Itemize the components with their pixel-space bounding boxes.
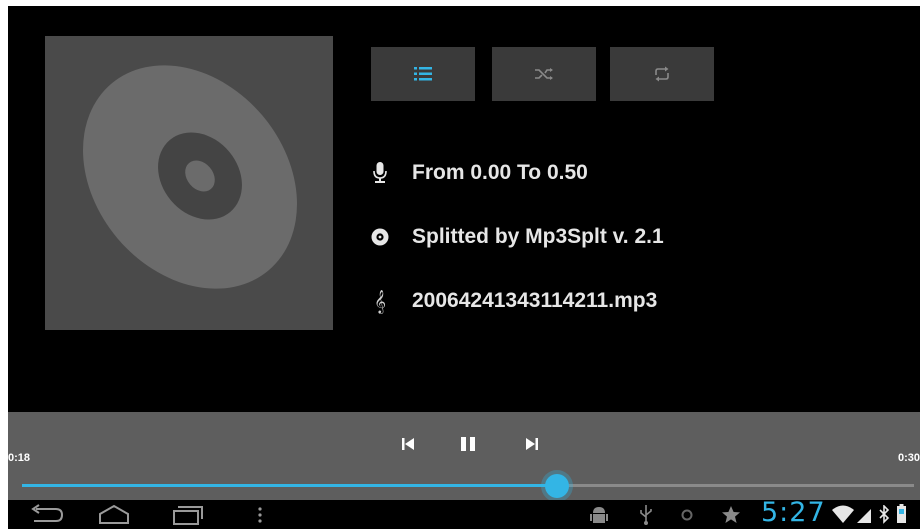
home-icon[interactable] xyxy=(96,503,132,525)
disc-small-icon xyxy=(370,225,390,249)
wifi-icon xyxy=(832,505,854,523)
album-art xyxy=(45,36,333,330)
next-icon xyxy=(526,438,538,450)
status-clock: 5:27 xyxy=(761,497,826,528)
seek-thumb[interactable] xyxy=(545,474,570,498)
bluetooth-icon xyxy=(879,505,890,524)
title-text: 20064241343114211.mp3 xyxy=(412,289,658,312)
repeat-button[interactable] xyxy=(610,47,714,101)
disc-icon xyxy=(83,65,297,289)
player-bar: 0:18 0:30 xyxy=(8,412,920,500)
info-row-artist: Splitted by Mp3Splt v. 2.1 xyxy=(370,222,664,252)
system-bar: 5:27 xyxy=(8,497,920,529)
artist-text: Splitted by Mp3Splt v. 2.1 xyxy=(412,225,664,248)
recent-apps-icon[interactable] xyxy=(170,503,206,525)
list-icon xyxy=(414,67,432,81)
shuffle-button[interactable] xyxy=(492,47,596,101)
back-icon[interactable] xyxy=(28,503,66,525)
star-icon xyxy=(722,506,740,523)
duration-time: 0:30 xyxy=(897,452,920,464)
music-status-icon xyxy=(681,509,693,521)
music-player-screen: From 0.00 To 0.50 Splitted by Mp3Splt v.… xyxy=(8,6,920,529)
android-debug-icon xyxy=(590,507,608,523)
pause-button[interactable] xyxy=(454,430,482,458)
usb-icon xyxy=(640,505,652,525)
signal-icon xyxy=(857,509,871,523)
repeat-icon xyxy=(655,66,669,82)
microphone-icon xyxy=(370,161,390,185)
battery-icon xyxy=(897,504,906,523)
info-row-title: 𝄞 20064241343114211.mp3 xyxy=(370,286,657,316)
seek-bar[interactable] xyxy=(22,474,914,498)
seek-progress xyxy=(22,484,558,487)
next-button[interactable] xyxy=(518,430,546,458)
range-text: From 0.00 To 0.50 xyxy=(412,161,588,184)
elapsed-time: 0:18 xyxy=(8,452,31,464)
shuffle-icon xyxy=(535,68,553,80)
pause-icon xyxy=(461,437,475,451)
playlist-button[interactable] xyxy=(371,47,475,101)
menu-icon[interactable] xyxy=(256,503,264,525)
treble-clef-icon: 𝄞 xyxy=(374,289,386,313)
previous-icon xyxy=(402,438,414,450)
previous-button[interactable] xyxy=(394,430,422,458)
info-row-range: From 0.00 To 0.50 xyxy=(370,158,588,188)
